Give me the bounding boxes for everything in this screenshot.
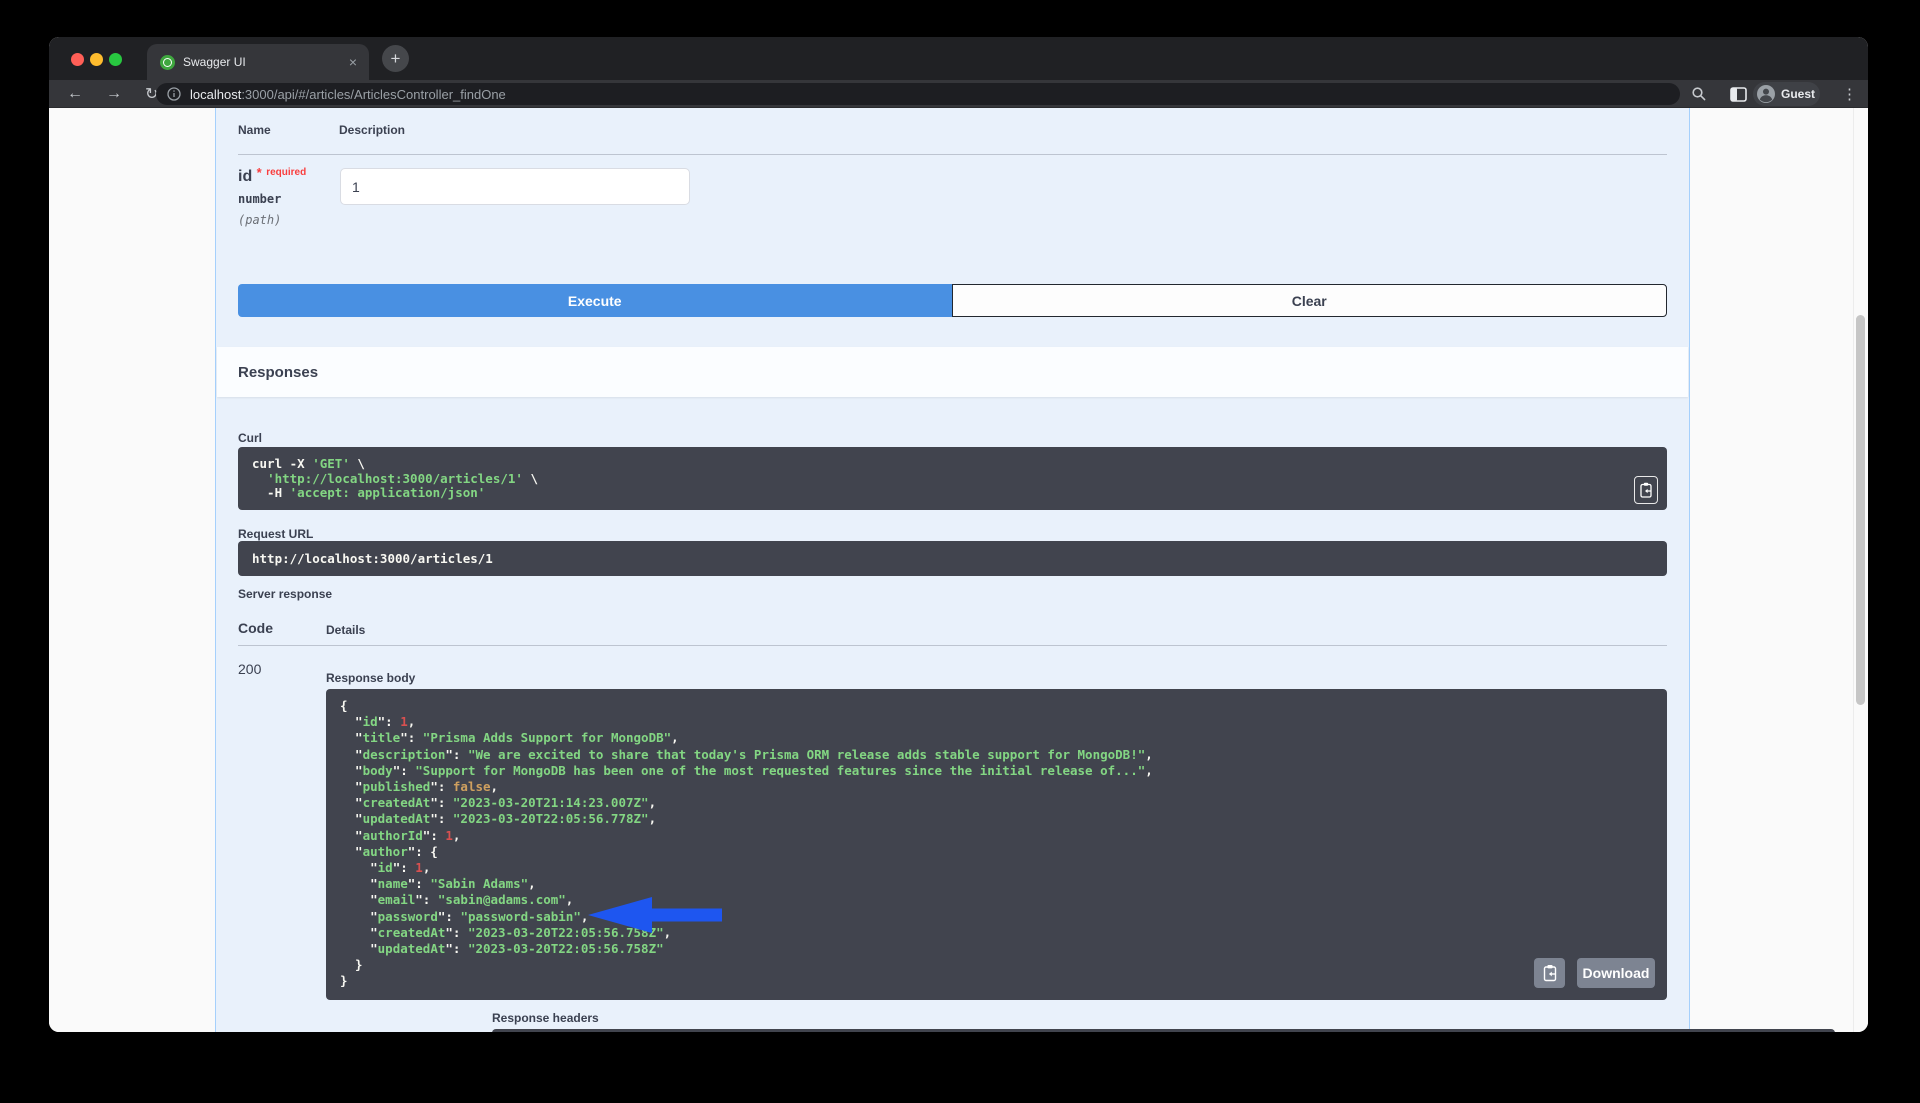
response-body-block[interactable]: Download { "id": 1, "title": "Prisma Add… — [326, 689, 1667, 1000]
site-info-icon[interactable] — [167, 87, 181, 101]
back-icon: ← — [67, 85, 83, 103]
download-button[interactable]: Download — [1577, 958, 1655, 988]
browser-window: Swagger UI × + ← → ↻ localhost:3000/api/… — [49, 37, 1868, 1032]
response-body-label: Response body — [326, 671, 415, 685]
profile-label: Guest — [1781, 87, 1815, 101]
swagger-favicon-icon — [160, 55, 175, 70]
search-tabs-button[interactable] — [1691, 80, 1707, 108]
parameters-name-header: Name — [238, 123, 271, 137]
plus-icon: + — [391, 49, 401, 69]
more-vertical-icon: ⋮ — [1842, 85, 1857, 103]
param-id-location: (path) — [238, 213, 281, 227]
browser-menu-button[interactable]: ⋮ — [1842, 80, 1857, 108]
details-column-header: Details — [326, 623, 365, 637]
clipboard-icon — [1639, 482, 1653, 498]
swagger-page: Name Description id * required number (p… — [49, 108, 1868, 1032]
execute-button[interactable]: Execute — [238, 284, 952, 317]
scrollbar-thumb[interactable] — [1856, 315, 1865, 705]
tab-swagger-ui[interactable]: Swagger UI × — [147, 44, 369, 80]
required-label: required — [266, 167, 306, 178]
param-id-name: id * required — [238, 165, 306, 186]
traffic-light-close[interactable] — [71, 53, 84, 66]
url-text: localhost:3000/api/#/articles/ArticlesCo… — [190, 87, 506, 102]
status-code: 200 — [238, 661, 261, 677]
forward-icon: → — [106, 85, 122, 103]
get-operation-block: Name Description id * required number (p… — [215, 108, 1690, 1032]
code-column-header: Code — [238, 620, 273, 636]
avatar — [1756, 84, 1776, 104]
profile-button[interactable]: Guest — [1753, 82, 1820, 106]
traffic-light-zoom[interactable] — [109, 53, 122, 66]
responses-title: Responses — [238, 364, 318, 381]
parameters-description-header: Description — [339, 123, 405, 137]
scrollbar-track — [1853, 108, 1868, 1032]
tab-close-icon[interactable]: × — [349, 55, 357, 69]
side-panel-button[interactable] — [1730, 80, 1747, 108]
forward-button[interactable]: → — [106, 80, 122, 108]
copy-response-button[interactable] — [1534, 958, 1565, 988]
traffic-light-minimize[interactable] — [90, 53, 103, 66]
request-url-block: http://localhost:3000/articles/1 — [238, 541, 1667, 576]
param-id-input[interactable] — [340, 168, 690, 205]
tab-bar: Swagger UI × + — [49, 37, 1868, 80]
tab-title: Swagger UI — [183, 55, 349, 69]
clear-button[interactable]: Clear — [952, 284, 1668, 317]
copy-curl-button[interactable] — [1634, 476, 1658, 504]
curl-label: Curl — [238, 431, 262, 445]
param-id-type: number — [238, 192, 281, 206]
annotation-arrow — [588, 895, 722, 935]
address-bar[interactable]: localhost:3000/api/#/articles/ArticlesCo… — [156, 83, 1680, 105]
server-response-divider — [238, 645, 1667, 646]
browser-toolbar: ← → ↻ localhost:3000/api/#/articles/Arti… — [49, 80, 1868, 108]
curl-command-block[interactable]: curl -X 'GET' \ 'http://localhost:3000/a… — [238, 447, 1667, 510]
parameters-divider — [238, 154, 1667, 155]
new-tab-button[interactable]: + — [382, 45, 409, 72]
execute-clear-group: Execute Clear — [238, 284, 1667, 317]
responses-section-header: Responses — [217, 347, 1688, 397]
response-headers-label: Response headers — [492, 1011, 599, 1025]
back-button[interactable]: ← — [67, 80, 83, 108]
required-star: * — [257, 165, 262, 180]
request-url-label: Request URL — [238, 527, 313, 541]
response-headers-block — [492, 1029, 1835, 1032]
search-icon — [1691, 86, 1707, 102]
server-response-label: Server response — [238, 587, 332, 601]
side-panel-icon — [1730, 87, 1747, 102]
clipboard-arrow-icon — [1542, 964, 1558, 982]
